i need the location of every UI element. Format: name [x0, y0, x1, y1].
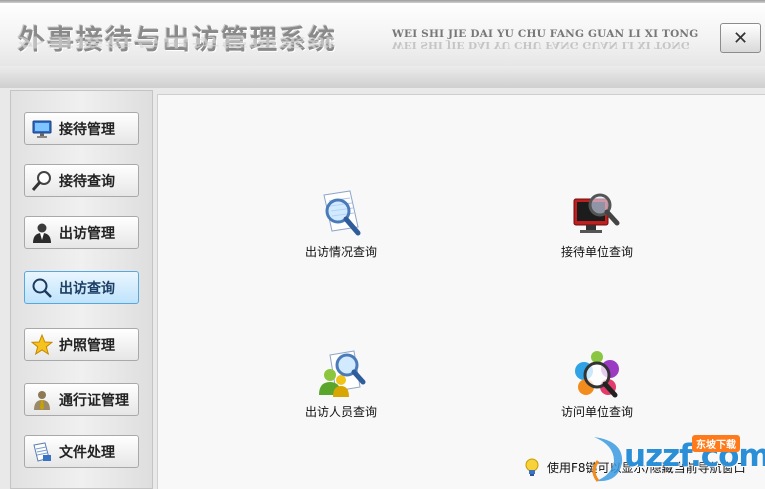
star-icon: [31, 333, 53, 355]
watermark-swoosh-icon: [592, 437, 623, 482]
watermark-logo: uzzf.com 东坡下载: [588, 425, 765, 489]
sidebar: 接待管理 接待查询 出访管理 出访查询 护照管理 通行证管理 文件处理: [10, 90, 153, 489]
sidebar-item-visit-query[interactable]: 出访查询: [24, 271, 139, 304]
sidebar-item-visit-management[interactable]: 出访管理: [24, 216, 139, 249]
colorful-search-icon: [575, 351, 619, 398]
sidebar-item-label: 接待管理: [59, 121, 115, 138]
sidebar-item-reception-query[interactable]: 接待查询: [24, 164, 139, 197]
monitor-icon: [32, 120, 52, 138]
tile-label: 出访人员查询: [304, 405, 377, 419]
tile-label: 接待单位查询: [560, 245, 633, 259]
document-search-icon: [323, 190, 361, 236]
monitor-search-icon: [573, 193, 620, 233]
person-icon: [33, 223, 51, 243]
app-title-reflection: 外事接待与出访管理系统: [18, 34, 337, 49]
tile-label: 出访情况查询: [304, 245, 377, 259]
app-title-pinyin-reflection: WEI SHI JIE DAI YU CHU FANG GUAN LI XI T…: [392, 39, 690, 50]
sidebar-item-label: 出访管理: [59, 225, 115, 242]
sidebar-item-reception-management[interactable]: 接待管理: [24, 112, 139, 145]
sidebar-item-label: 通行证管理: [59, 392, 129, 409]
close-button[interactable]: ✕: [720, 23, 761, 53]
header-topline: [0, 0, 765, 3]
document-icon: [33, 441, 51, 462]
sidebar-item-label: 出访查询: [59, 280, 115, 297]
sidebar-item-label: 护照管理: [59, 337, 115, 354]
tile-reception-unit-query[interactable]: 接待单位查询: [542, 187, 652, 260]
title-bar: 外事接待与出访管理系统 外事接待与出访管理系统 WEI SHI JIE DAI …: [0, 0, 765, 88]
watermark-badge: 东坡下载: [692, 435, 740, 452]
magnifier-icon: [31, 170, 51, 191]
close-icon: ✕: [732, 27, 749, 49]
sidebar-item-label: 接待查询: [59, 173, 115, 190]
lightbulb-icon: [525, 458, 539, 476]
header-shade: [0, 66, 765, 88]
sidebar-item-passport-management[interactable]: 护照管理: [24, 328, 139, 361]
sidebar-item-label: 文件处理: [59, 444, 115, 461]
search-icon: [32, 278, 52, 298]
app-title-pinyin: WEI SHI JIE DAI YU CHU FANG GUAN LI XI T…: [392, 28, 699, 40]
app-window: 外事接待与出访管理系统 外事接待与出访管理系统 WEI SHI JIE DAI …: [0, 0, 765, 489]
tie-icon: [34, 390, 50, 410]
tile-visit-status-query[interactable]: 出访情况查询: [286, 187, 396, 260]
tile-visit-personnel-query[interactable]: 出访人员查询: [286, 347, 396, 420]
tile-label: 访问单位查询: [560, 405, 633, 419]
sidebar-item-file-processing[interactable]: 文件处理: [24, 435, 139, 468]
tile-visited-unit-query[interactable]: 访问单位查询: [542, 347, 652, 420]
sidebar-item-pass-management[interactable]: 通行证管理: [24, 383, 139, 416]
people-search-icon: [319, 350, 366, 397]
